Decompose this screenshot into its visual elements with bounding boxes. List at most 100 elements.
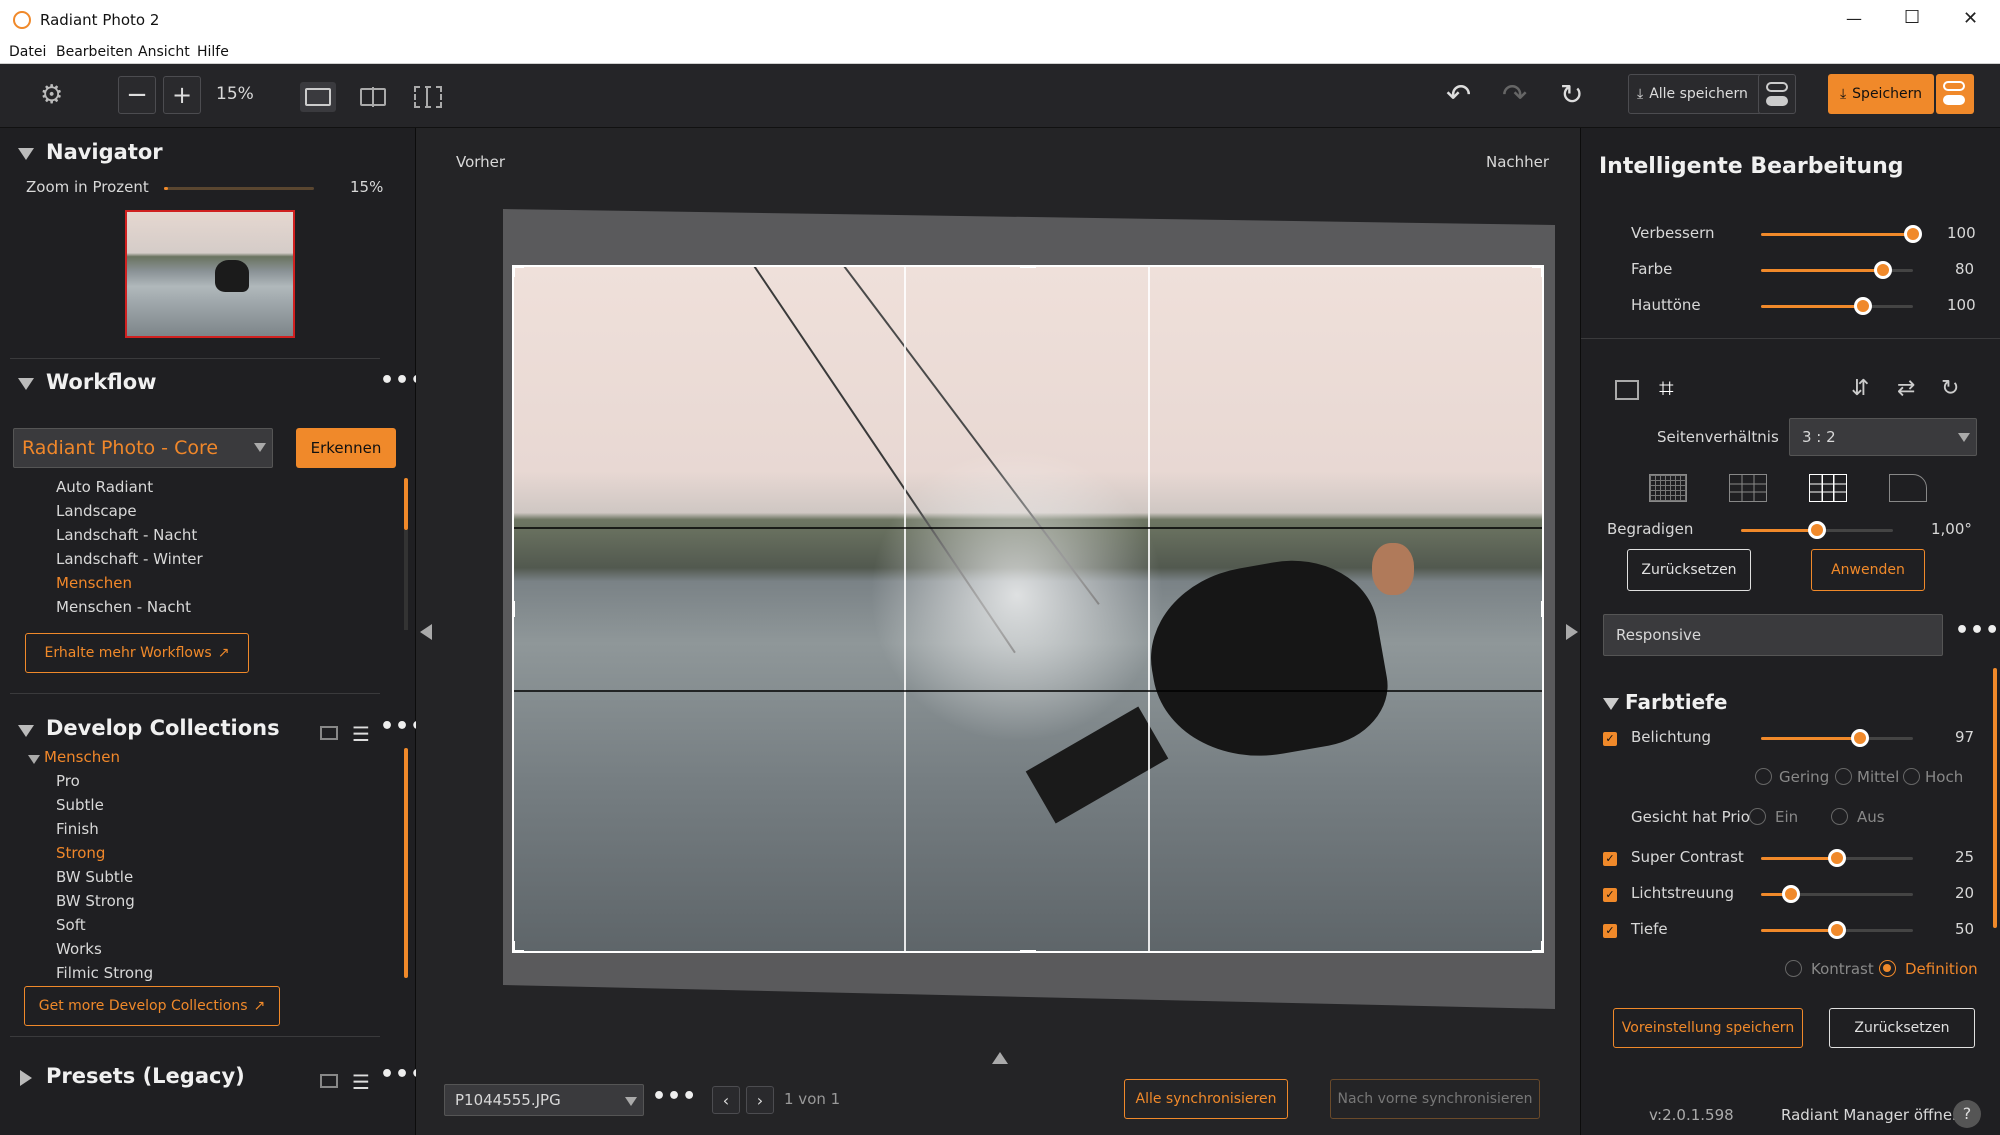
workflow-item[interactable]: Auto Radiant [56, 478, 153, 496]
level-radio-high[interactable] [1903, 768, 1920, 785]
grid-view-icon[interactable] [320, 726, 338, 740]
depth-slider[interactable] [1761, 921, 1913, 939]
detect-button[interactable]: Erkennen [296, 428, 396, 468]
navigator-collapse-icon[interactable] [18, 148, 34, 160]
redo-icon[interactable]: ↷ [1502, 78, 1527, 113]
crop-frame[interactable] [512, 265, 1544, 953]
crop-handle[interactable] [1020, 265, 1036, 268]
slider-knob[interactable] [1874, 261, 1892, 279]
side-by-side-view-icon[interactable] [414, 86, 442, 108]
workflow-item[interactable]: Landschaft - Winter [56, 550, 203, 568]
face-off-radio[interactable] [1831, 808, 1848, 825]
skin-tones-slider[interactable] [1761, 297, 1913, 315]
close-button[interactable]: ✕ [1963, 8, 1978, 29]
workflow-select[interactable]: Radiant Photo - Core [13, 428, 273, 468]
crop-apply-button[interactable]: Anwenden [1811, 549, 1925, 591]
collection-item[interactable]: Filmic Strong [56, 964, 153, 982]
get-more-collections-button[interactable]: Get more Develop Collections ↗ [24, 986, 280, 1026]
slider-knob[interactable] [1904, 225, 1922, 243]
grid-thirds-icon[interactable] [1729, 474, 1767, 502]
slider-knob[interactable] [1828, 849, 1846, 867]
menu-bearbeiten[interactable]: Bearbeiten [56, 44, 133, 60]
list-view-icon[interactable]: ☰ [352, 1070, 370, 1094]
group-collapse-icon[interactable] [28, 755, 40, 764]
flip-vertical-icon[interactable]: ⇵ [1851, 376, 1869, 401]
navigator-zoom-slider[interactable] [164, 187, 314, 190]
list-view-icon[interactable]: ☰ [352, 722, 370, 746]
navigator-thumbnail[interactable] [125, 210, 295, 338]
collection-item[interactable]: Works [56, 940, 102, 958]
level-radio-mid[interactable] [1835, 768, 1852, 785]
save-all-options-icon[interactable] [1758, 74, 1796, 114]
crop-handle[interactable] [1020, 950, 1036, 953]
collections-collapse-icon[interactable] [18, 725, 34, 737]
super-contrast-slider[interactable] [1761, 849, 1913, 867]
profile-more-icon[interactable]: ••• [1955, 618, 2000, 643]
grid-dense-icon[interactable] [1649, 474, 1687, 502]
depth-mode-contrast-radio[interactable] [1785, 960, 1802, 977]
menu-hilfe[interactable]: Hilfe [197, 44, 229, 60]
super-contrast-checkbox[interactable]: ✓ [1603, 852, 1617, 866]
workflow-collapse-icon[interactable] [18, 378, 34, 390]
crop-handle[interactable] [1541, 601, 1544, 617]
collection-item[interactable]: BW Strong [56, 892, 135, 910]
save-all-button[interactable]: ⤓ Alle speichern [1628, 74, 1762, 114]
crop-handle[interactable] [512, 265, 515, 277]
collapse-bottom-icon[interactable] [992, 1052, 1008, 1064]
aspect-ratio-select[interactable]: 3 : 2 [1789, 418, 1977, 456]
depth-checkbox[interactable]: ✓ [1603, 924, 1617, 938]
sync-forward-button[interactable]: Nach vorne synchronisieren [1330, 1079, 1540, 1119]
single-view-button[interactable] [300, 82, 336, 112]
slider-knob[interactable] [1828, 921, 1846, 939]
collection-item[interactable]: Finish [56, 820, 99, 838]
workflow-item-active[interactable]: Menschen [56, 574, 132, 592]
slider-knob[interactable] [1851, 729, 1869, 747]
flip-horizontal-icon[interactable]: ⇄ [1897, 376, 1915, 401]
grid-thirds-selected-icon[interactable] [1809, 474, 1847, 502]
image-tool-icon[interactable] [1615, 380, 1639, 400]
crop-handle[interactable] [512, 941, 515, 953]
crop-reset-button[interactable]: Zurücksetzen [1627, 549, 1751, 591]
reset-rotate-icon[interactable]: ↻ [1560, 78, 1583, 111]
slider-knob[interactable] [1854, 297, 1872, 315]
collections-scrollbar[interactable] [404, 748, 408, 978]
save-button[interactable]: ⤓ Speichern [1828, 74, 1934, 114]
exposure-checkbox[interactable]: ✓ [1603, 732, 1617, 746]
undo-icon[interactable]: ↶ [1446, 78, 1471, 113]
crop-handle[interactable] [1541, 265, 1544, 277]
rotate-icon[interactable]: ↻ [1941, 376, 1959, 401]
split-view-icon[interactable] [360, 87, 386, 107]
sync-all-button[interactable]: Alle synchronisieren [1124, 1079, 1288, 1119]
light-scatter-slider[interactable] [1761, 885, 1913, 903]
collection-item[interactable]: Soft [56, 916, 86, 934]
workflow-item[interactable]: Landscape [56, 502, 137, 520]
crop-handle[interactable] [1541, 941, 1544, 953]
minimize-button[interactable]: — [1846, 9, 1862, 28]
crop-icon[interactable]: ⌗ [1659, 374, 1674, 405]
get-more-workflows-button[interactable]: Erhalte mehr Workflows ↗ [25, 633, 249, 673]
next-image-button[interactable]: › [746, 1086, 774, 1114]
maximize-button[interactable]: ☐ [1904, 7, 1920, 28]
reset-all-button[interactable]: Zurücksetzen [1829, 1008, 1975, 1048]
collapse-right-icon[interactable] [1566, 624, 1578, 640]
workflow-item[interactable]: Menschen - Nacht [56, 598, 191, 616]
help-icon[interactable]: ? [1953, 1100, 1981, 1128]
improve-slider[interactable] [1761, 225, 1922, 243]
depth-mode-definition-radio[interactable] [1879, 960, 1896, 977]
color-depth-collapse-icon[interactable] [1603, 698, 1619, 710]
profile-select[interactable]: Responsive [1603, 614, 1943, 656]
save-options-icon[interactable] [1936, 74, 1974, 114]
menu-datei[interactable]: Datei [9, 44, 46, 60]
workflow-scrollbar[interactable] [404, 478, 408, 530]
zoom-out-button[interactable]: − [118, 76, 156, 114]
prev-image-button[interactable]: ‹ [712, 1086, 740, 1114]
collapse-left-icon[interactable] [420, 624, 432, 640]
filename-select[interactable]: P1044555.JPG [444, 1084, 644, 1116]
face-on-radio[interactable] [1749, 808, 1766, 825]
presets-expand-icon[interactable] [20, 1070, 32, 1086]
color-slider[interactable] [1761, 261, 1913, 279]
zoom-in-button[interactable]: + [163, 76, 201, 114]
save-preset-button[interactable]: Voreinstellung speichern [1613, 1008, 1803, 1048]
straighten-slider[interactable] [1741, 521, 1893, 539]
settings-gear-icon[interactable]: ⚙ [40, 82, 63, 108]
